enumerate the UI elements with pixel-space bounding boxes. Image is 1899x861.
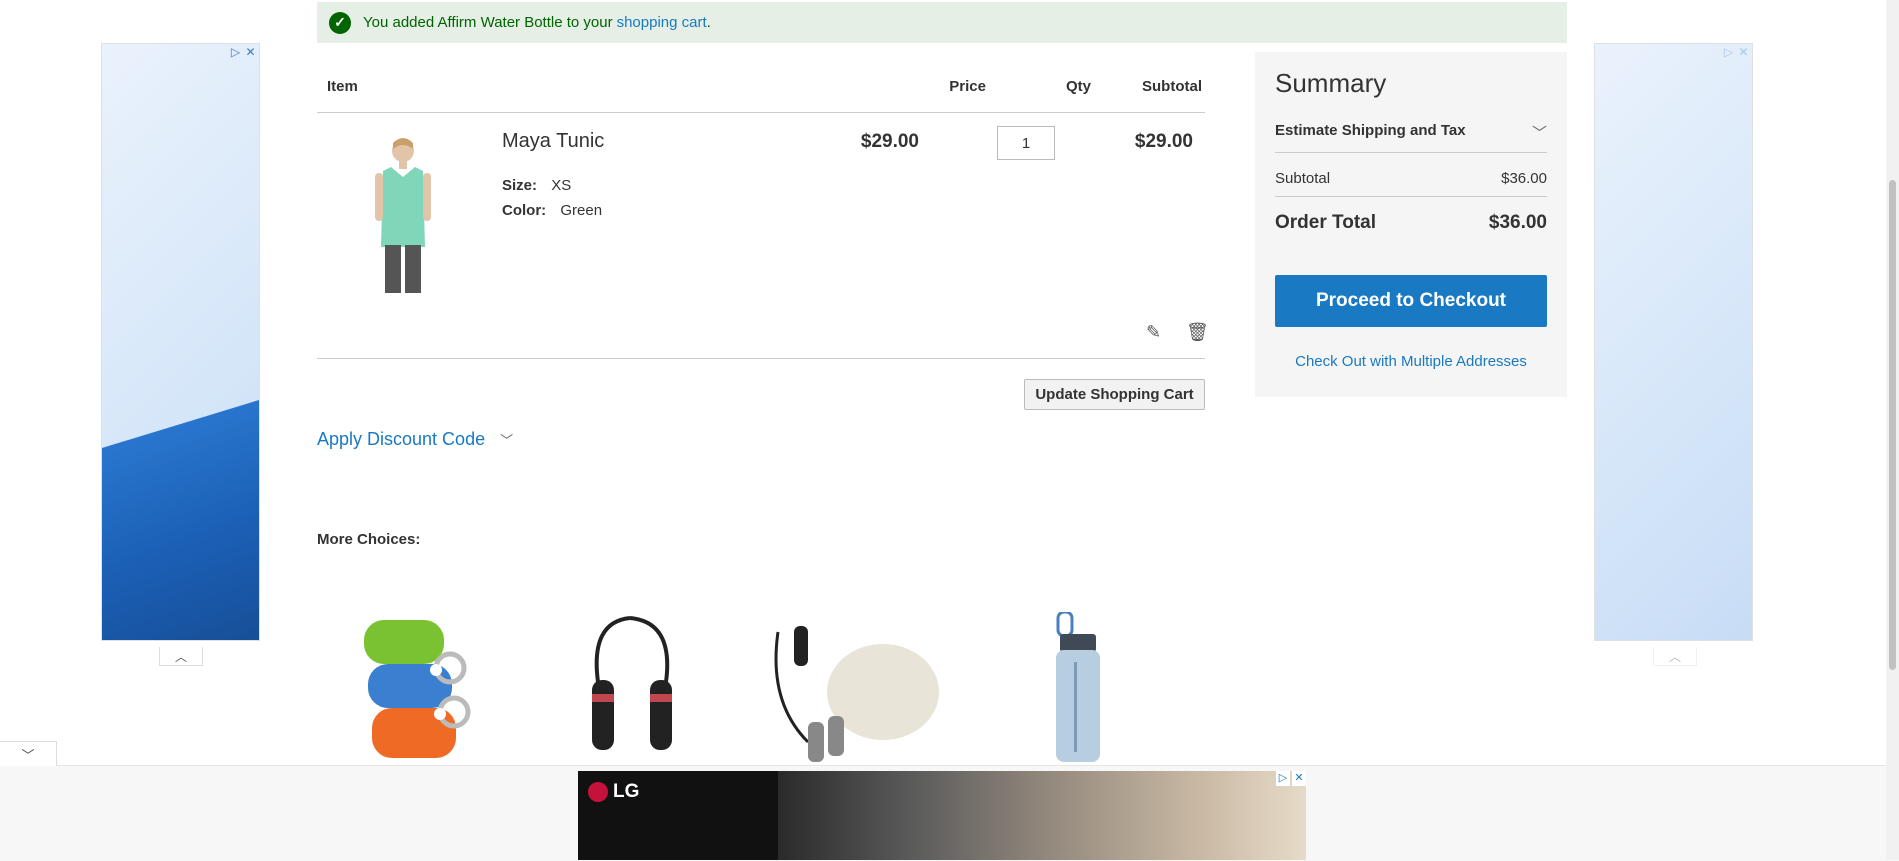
bottom-banner-ad[interactable]: LG ▷ ✕ [578,771,1306,860]
edit-icon[interactable]: ✎ [1146,322,1161,343]
adchoices-icon[interactable]: ▷ [229,46,242,59]
item-price: $29.00 [860,131,919,152]
ad-close-icon[interactable]: ✕ [244,46,257,59]
chevron-down-icon: ﹀ [21,747,35,763]
product-name[interactable]: Maya Tunic [502,130,604,153]
chevron-down-icon: ﹀ [1531,125,1547,142]
chevron-up-icon: ︿ [174,649,187,664]
ad-close-icon[interactable]: ✕ [1737,46,1750,59]
column-header-qty: Qty [1065,78,1091,95]
option-size: Size: XS [502,177,571,194]
success-message-text: You added Affirm Water Bottle to your [363,14,613,31]
option-value: XS [551,177,572,194]
success-message: ✓ You added Affirm Water Bottle to your … [317,2,1567,43]
multiple-addresses-link[interactable]: Check Out with Multiple Addresses [1255,353,1567,370]
option-value: Green [560,202,603,219]
scrollbar-thumb[interactable] [1889,180,1896,670]
apply-discount-toggle[interactable]: Apply Discount Code ﹀ [317,429,513,450]
update-cart-button[interactable]: Update Shopping Cart [1024,379,1205,410]
column-header-price: Price [949,78,986,95]
right-side-ad[interactable]: ▷ ✕ [1594,43,1753,641]
column-header-item: Item [327,78,358,95]
product-thumb-jump-rope-kit[interactable] [768,612,953,762]
trash-icon[interactable]: 🗑 [1186,322,1209,343]
product-thumb-jump-rope[interactable] [570,612,702,762]
jump-rope-image [592,616,672,750]
yoga-strap-image [364,620,471,758]
check-circle-icon: ✓ [329,11,351,34]
summary-subtotal-label: Subtotal [1275,170,1331,187]
water-bottle-image [1056,610,1100,762]
row-divider [317,358,1205,359]
right-ad-collapse-tab[interactable]: ︿ [1653,647,1697,666]
adchoices-icon[interactable]: ▷ [1276,771,1290,786]
proceed-to-checkout-button[interactable]: Proceed to Checkout [1275,275,1547,327]
product-image[interactable] [355,135,451,297]
tunic-image [375,138,431,293]
page-scrollbar[interactable] [1886,0,1899,860]
cart-table-header: Item Price Qty Subtotal [317,70,1205,113]
product-thumb-water-bottle[interactable] [1030,610,1140,762]
item-subtotal: $29.00 [1134,131,1193,152]
estimate-shipping-label: Estimate Shipping and Tax [1275,122,1466,139]
order-total-row: Order Total $36.00 [1275,212,1547,234]
adchoices-icon[interactable]: ▷ [1722,46,1735,59]
estimate-shipping-toggle[interactable]: Estimate Shipping and Tax ﹀ [1275,122,1547,143]
summary-divider [1275,152,1547,153]
bottom-bar-collapse-tab[interactable]: ﹀ [0,741,57,766]
lg-logo: LG [588,781,639,803]
ad-artwork [102,400,259,640]
product-thumb-yoga-straps[interactable] [360,612,492,762]
chevron-down-icon: ﹀ [500,433,514,448]
order-total-label: Order Total [1275,212,1376,233]
chevron-up-icon: ︿ [1668,649,1681,664]
lg-logo-mark [588,782,608,802]
ad-artwork [778,771,1306,860]
summary-title: Summary [1275,68,1387,98]
summary-subtotal-value: $36.00 [1501,170,1547,187]
option-color: Color: Green [502,202,602,219]
jump-rope-kit-image [774,626,939,762]
ad-close-icon[interactable]: ✕ [1292,771,1306,786]
left-side-ad[interactable]: ▷ ✕ [101,43,260,641]
summary-subtotal-row: Subtotal $36.00 [1275,170,1547,187]
apply-discount-label: Apply Discount Code [317,429,486,449]
column-header-subtotal: Subtotal [1142,78,1202,95]
shopping-cart-link[interactable]: shopping cart [617,14,707,31]
option-label: Size: [502,177,538,194]
order-total-value: $36.00 [1488,212,1547,233]
qty-input[interactable] [997,126,1055,160]
left-ad-collapse-tab[interactable]: ︿ [159,647,203,666]
lg-brand-text: LG [613,781,640,802]
option-label: Color: [502,202,547,219]
success-message-end: . [706,14,711,31]
more-choices-title: More Choices: [317,531,421,548]
summary-divider [1275,196,1547,197]
order-summary: Summary Estimate Shipping and Tax ﹀ Subt… [1255,52,1567,397]
